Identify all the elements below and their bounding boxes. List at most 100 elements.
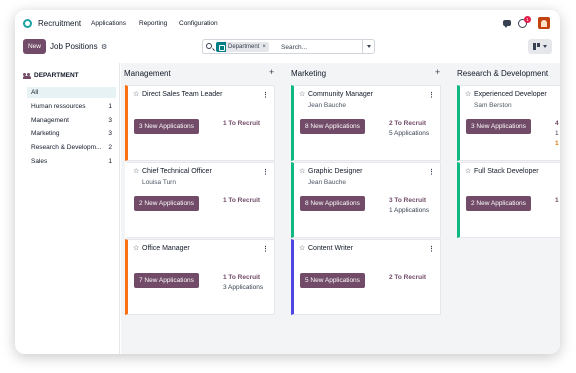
sidebar-item-label: Sales (31, 158, 48, 165)
star-icon[interactable]: ☆ (133, 168, 139, 176)
app-title[interactable]: Recruitment (38, 19, 81, 28)
job-title: Experienced Developer (474, 91, 547, 98)
card-menu-icon[interactable]: ⋮ (262, 245, 269, 253)
sidebar-header-label: DEPARTMENT (34, 72, 79, 79)
users-icon (23, 72, 31, 79)
sidebar-item-count: 3 (108, 130, 112, 137)
top-navbar: Recruitment Applications Reporting Confi… (15, 10, 560, 36)
late-activities-link[interactable]: 1 A (555, 140, 560, 147)
department-facet[interactable]: Department × (216, 42, 269, 52)
job-card-graphic-designer[interactable]: ☆ Graphic Designer Jean Bauche ⋮ 8 New A… (291, 162, 441, 238)
new-applications-button[interactable]: 2 New Applications (466, 196, 531, 211)
job-card-community-manager[interactable]: ☆ Community Manager Jean Bauche ⋮ 8 New … (291, 85, 441, 161)
job-card-chief-technical-officer[interactable]: ☆ Chief Technical Officer Louisa Turn ⋮ … (125, 162, 275, 238)
to-recruit-link[interactable]: 2 To Recruit (389, 120, 426, 127)
search-input[interactable] (281, 42, 353, 52)
gear-icon[interactable]: ⚙ (101, 43, 107, 51)
job-title: Office Manager (142, 245, 190, 252)
kanban-board: Management + ☆ Direct Sales Team Leader … (121, 63, 560, 354)
sidebar-item-count: 2 (108, 144, 112, 151)
to-recruit-link[interactable]: 1 To Recruit (223, 274, 260, 281)
star-icon[interactable]: ☆ (133, 91, 139, 99)
applications-count-link[interactable]: 1 Applications (389, 207, 429, 214)
applications-count-link[interactable]: 5 Applications (389, 130, 429, 137)
view-switcher-button[interactable] (528, 39, 552, 54)
menu-configuration[interactable]: Configuration (179, 20, 218, 27)
card-menu-icon[interactable]: ⋮ (262, 168, 269, 176)
card-menu-icon[interactable]: ⋮ (428, 168, 435, 176)
sidebar-item-marketing[interactable]: Marketing 3 (27, 128, 116, 139)
search-options-toggle[interactable] (362, 40, 375, 53)
new-applications-button[interactable]: 3 New Applications (134, 119, 199, 134)
user-avatar[interactable] (538, 17, 550, 29)
app-window: Recruitment Applications Reporting Confi… (15, 10, 560, 354)
job-recruiter: Sam Berston (474, 102, 512, 109)
new-applications-button[interactable]: 8 New Applications (300, 119, 365, 134)
job-title: Chief Technical Officer (142, 168, 212, 175)
new-button[interactable]: New (23, 39, 46, 54)
star-icon[interactable]: ☆ (299, 91, 305, 99)
column-title-management: Management (124, 69, 171, 78)
column-title-research-development: Research & Development (457, 69, 549, 78)
star-icon[interactable]: ☆ (133, 245, 139, 253)
sidebar-header: DEPARTMENT (23, 72, 79, 79)
sidebar-item-management[interactable]: Management 3 (27, 115, 116, 126)
sidebar-item-label: Marketing (31, 130, 60, 137)
breadcrumb-job-positions: Job Positions (50, 42, 98, 51)
job-card-office-manager[interactable]: ☆ Office Manager ⋮ 7 New Applications 1 … (125, 239, 275, 315)
new-applications-button[interactable]: 7 New Applications (134, 273, 199, 288)
sidebar-item-count: 1 (108, 158, 112, 165)
menu-applications[interactable]: Applications (91, 20, 126, 27)
new-applications-button[interactable]: 2 New Applications (134, 196, 199, 211)
card-menu-icon[interactable]: ⋮ (428, 91, 435, 99)
star-icon[interactable]: ☆ (299, 245, 305, 253)
applications-count-link[interactable]: 1 (555, 130, 559, 137)
to-recruit-link[interactable]: 2 To Recruit (389, 274, 426, 281)
star-icon[interactable]: ☆ (465, 168, 471, 176)
job-recruiter: Jean Bauche (308, 102, 346, 109)
sidebar-item-label: Management (31, 117, 69, 124)
activity-count-badge: 1 (524, 16, 531, 23)
chevron-down-icon (543, 45, 547, 48)
sidebar-item-research-development[interactable]: Research & Developm... 2 (27, 142, 116, 153)
sidebar-item-count: 1 (108, 103, 112, 110)
column-title-marketing: Marketing (291, 69, 327, 78)
to-recruit-link[interactable]: 3 To Recruit (389, 197, 426, 204)
star-icon[interactable]: ☆ (299, 168, 305, 176)
new-applications-button[interactable]: 8 New Applications (300, 196, 365, 211)
search-bar[interactable]: Department × (202, 39, 375, 54)
job-card-content-writer[interactable]: ☆ Content Writer ⋮ 5 New Applications 2 … (291, 239, 441, 315)
sidebar-item-count: 3 (108, 117, 112, 124)
sidebar-item-label: Human ressources (31, 103, 86, 110)
star-icon[interactable]: ☆ (465, 91, 471, 99)
job-recruiter: Louisa Turn (142, 179, 176, 186)
job-card-direct-sales-team-leader[interactable]: ☆ Direct Sales Team Leader ⋮ 3 New Appli… (125, 85, 275, 161)
job-title: Graphic Designer (308, 168, 363, 175)
card-menu-icon[interactable]: ⋮ (428, 245, 435, 253)
search-icon (206, 43, 212, 49)
add-column-record-icon[interactable]: + (269, 67, 274, 77)
chat-icon[interactable] (503, 20, 511, 28)
sidebar-item-all[interactable]: All (27, 87, 116, 98)
sidebar-item-sales[interactable]: Sales 1 (27, 156, 116, 167)
job-card-experienced-developer[interactable]: ☆ Experienced Developer Sam Berston 3 Ne… (457, 85, 560, 161)
new-applications-button[interactable]: 5 New Applications (300, 273, 365, 288)
add-column-record-icon[interactable]: + (435, 67, 440, 77)
close-icon[interactable]: × (262, 44, 266, 50)
to-recruit-link[interactable]: 1 To Recruit (223, 197, 260, 204)
kanban-icon (533, 43, 540, 50)
to-recruit-link[interactable]: 1 T (555, 197, 560, 204)
job-title: Full Stack Developer (474, 168, 539, 175)
job-title: Direct Sales Team Leader (142, 91, 223, 98)
job-title: Content Writer (308, 245, 353, 252)
to-recruit-link[interactable]: 4 T (555, 120, 560, 127)
recruitment-logo-icon[interactable] (23, 19, 32, 28)
group-by-icon (216, 42, 226, 52)
sidebar-item-human-ressources[interactable]: Human ressources 1 (27, 101, 116, 112)
new-applications-button[interactable]: 3 New Applications (466, 119, 531, 134)
to-recruit-link[interactable]: 1 To Recruit (223, 120, 260, 127)
card-menu-icon[interactable]: ⋮ (262, 91, 269, 99)
job-card-full-stack-developer[interactable]: ☆ Full Stack Developer 2 New Application… (457, 162, 560, 238)
menu-reporting[interactable]: Reporting (139, 20, 167, 27)
applications-count-link[interactable]: 3 Applications (223, 284, 263, 291)
